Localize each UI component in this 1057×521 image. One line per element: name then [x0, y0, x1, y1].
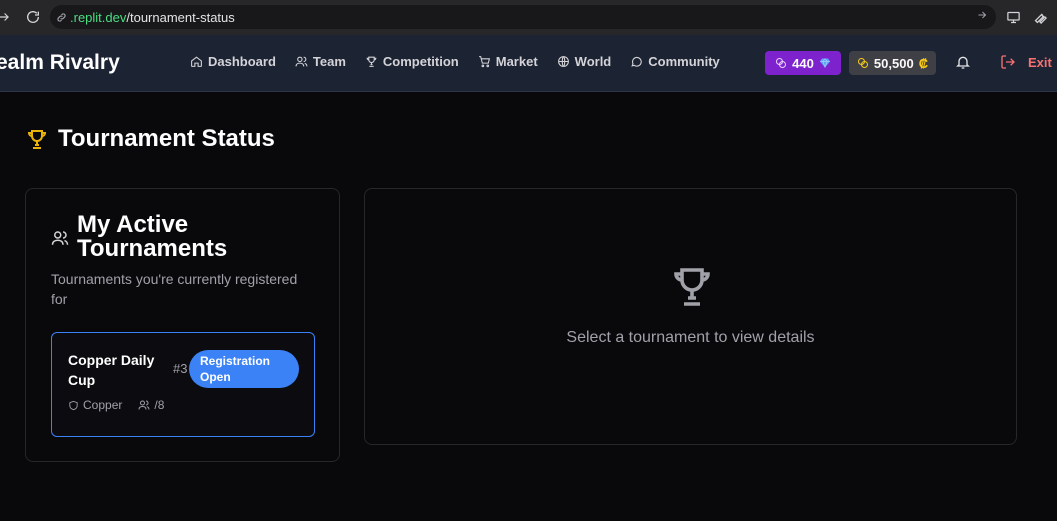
home-icon	[191, 56, 202, 67]
coins-balance[interactable]: 50,500 ₡	[849, 51, 936, 75]
gems-value: 440	[792, 55, 814, 71]
division-info: Copper	[68, 398, 122, 412]
users-icon	[138, 400, 150, 410]
active-tournaments-card: My Active Tournaments Tournaments you're…	[25, 188, 340, 462]
address-bar[interactable]: .replit.dev/tournament-status	[50, 5, 996, 29]
nav-team[interactable]: Team	[295, 54, 346, 69]
nav-label: World	[574, 54, 612, 69]
card-title: My Active Tournaments	[77, 211, 228, 262]
tournament-number: #3	[173, 361, 188, 376]
forward-icon[interactable]	[0, 7, 14, 27]
nav-label: Community	[648, 54, 720, 69]
browser-toolbar: .replit.dev/tournament-status	[0, 0, 1057, 35]
monitor-icon[interactable]	[1003, 7, 1023, 27]
nav-community[interactable]: Community	[630, 54, 720, 69]
app-header: ealm Rivalry Dashboard Team Competition …	[0, 35, 1057, 92]
division-label: Copper	[83, 398, 123, 412]
participants-info: /8	[138, 398, 164, 412]
users-icon	[51, 231, 69, 245]
participants-count: /8	[154, 398, 165, 412]
coins-stack-icon	[776, 58, 787, 68]
exit-label: Exit	[1028, 54, 1052, 70]
page-title-text: Tournament Status	[58, 125, 275, 152]
status-badge: Registration Open	[189, 350, 299, 388]
reload-icon[interactable]	[23, 7, 43, 27]
gem-icon	[819, 58, 830, 69]
nav-label: Market	[495, 54, 538, 69]
go-arrow-icon[interactable]	[976, 9, 988, 24]
chat-icon	[631, 56, 642, 67]
notifications-bell-icon[interactable]	[955, 54, 971, 75]
tournament-item[interactable]: Copper Daily Cup #3 Registration Open Co…	[51, 332, 315, 437]
link-icon	[56, 12, 67, 23]
nav-competition[interactable]: Competition	[365, 54, 459, 69]
nav-label: Dashboard	[208, 54, 276, 69]
cart-icon	[478, 56, 490, 68]
nav-dashboard[interactable]: Dashboard	[190, 54, 276, 69]
wrench-icon[interactable]	[1030, 7, 1050, 27]
shield-icon	[69, 400, 78, 410]
brand-logo-text[interactable]: ealm Rivalry	[0, 51, 120, 75]
exit-button[interactable]: Exit	[1000, 54, 1052, 70]
coins-value: 50,500	[873, 55, 914, 71]
page-title: Tournament Status	[25, 125, 275, 153]
nav-label: Competition	[382, 54, 459, 69]
coin-symbol: ₡	[918, 55, 929, 71]
nav-label: Team	[312, 54, 346, 69]
nav-market[interactable]: Market	[478, 54, 538, 69]
card-description: Tournaments you're currently registered …	[51, 271, 298, 307]
main-nav: Dashboard Team Competition Market World …	[190, 54, 720, 69]
card-header: My Active Tournaments	[51, 213, 277, 261]
coins-stack-icon	[857, 58, 868, 68]
trophy-icon	[366, 56, 377, 67]
tournament-details-panel: Select a tournament to view details	[364, 188, 1017, 445]
tournament-name: Copper Daily Cup	[68, 352, 155, 388]
url-path: /tournament-status	[126, 9, 235, 25]
tournament-meta: Copper /8	[68, 398, 164, 412]
trophy-icon	[674, 268, 710, 306]
logout-icon	[1001, 55, 1015, 69]
globe-icon	[557, 56, 569, 67]
empty-state-text: Select a tournament to view details	[566, 329, 815, 346]
nav-world[interactable]: World	[557, 54, 612, 69]
gems-balance[interactable]: 440	[765, 51, 841, 75]
trophy-icon	[27, 130, 47, 149]
url-host: .replit.dev	[70, 9, 127, 25]
users-icon	[295, 56, 308, 67]
